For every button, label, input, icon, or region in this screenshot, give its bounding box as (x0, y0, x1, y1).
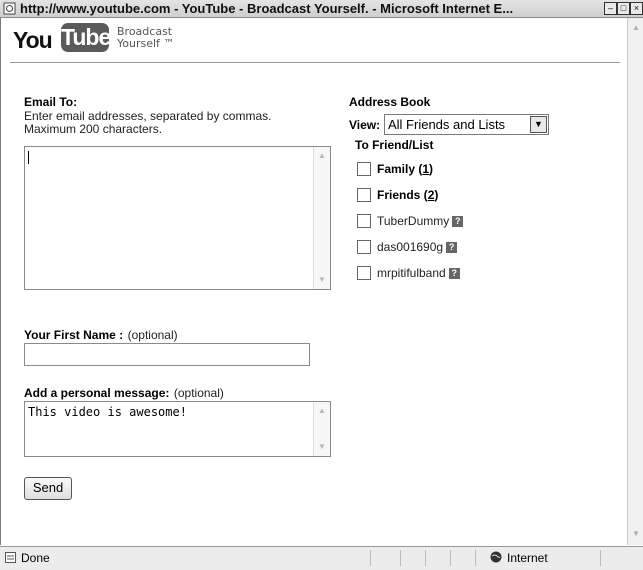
window-title: http://www.youtube.com - YouTube - Broad… (20, 1, 514, 16)
friends-count-link[interactable]: 2 (428, 188, 435, 202)
status-divider (370, 550, 371, 566)
internet-zone-icon (490, 551, 502, 563)
message-textarea-scrollbar[interactable]: ▲ ▼ (313, 402, 330, 456)
checkbox-das001690g[interactable] (357, 240, 371, 254)
checkbox-tuberdummy[interactable] (357, 214, 371, 228)
tagline-line2: Yourself ™ (117, 37, 175, 50)
view-select-value: All Friends and Lists (388, 117, 506, 132)
page-scrollbar[interactable]: ▲ ▼ (627, 18, 643, 545)
address-book-heading: Address Book (349, 95, 431, 109)
scroll-up-icon[interactable]: ▲ (316, 150, 328, 162)
checkbox-family[interactable] (357, 162, 371, 176)
scroll-up-icon[interactable]: ▲ (316, 405, 328, 417)
status-divider (400, 550, 401, 566)
close-button[interactable]: × (630, 2, 643, 15)
logo-tagline: Broadcast Yourself ™ (117, 26, 174, 50)
address-label-das001690g[interactable]: das001690g? (377, 240, 458, 254)
window-title-bar[interactable]: http://www.youtube.com - YouTube - Broad… (0, 0, 643, 18)
help-icon[interactable]: ? (452, 216, 464, 228)
checkbox-mrpitifulband[interactable] (357, 266, 371, 280)
message-label: Add a personal message: (optional) (24, 384, 224, 402)
status-divider (600, 550, 601, 566)
ie-page-icon (3, 2, 16, 15)
maximize-button[interactable]: □ (617, 2, 630, 15)
address-label-tuberdummy[interactable]: TuberDummy? (377, 214, 464, 228)
message-optional: (optional) (173, 386, 224, 400)
status-divider (450, 550, 451, 566)
address-label-family[interactable]: Family (1) (377, 162, 433, 176)
email-to-hint-2: Maximum 200 characters. (24, 122, 163, 136)
message-text: This video is awesome! (28, 405, 187, 419)
address-label-mrpitifulband[interactable]: mrpitifulband? (377, 266, 460, 280)
scroll-down-icon[interactable]: ▼ (316, 441, 328, 453)
friends-name: Friends (377, 188, 421, 202)
das001690g-name: das001690g (377, 240, 444, 254)
page-done-icon (5, 552, 16, 563)
minimize-button[interactable]: – (604, 2, 617, 15)
email-to-label: Email To: (24, 95, 78, 109)
mrpitifulband-name: mrpitifulband (377, 266, 446, 280)
scroll-down-icon[interactable]: ▼ (316, 274, 328, 286)
tuberdummy-name: TuberDummy (377, 214, 450, 228)
email-to-hint-1: Enter email addresses, separated by comm… (24, 109, 272, 123)
scroll-up-icon[interactable]: ▲ (629, 20, 643, 35)
chevron-down-icon[interactable]: ▼ (530, 116, 547, 133)
header-divider (10, 62, 620, 63)
status-divider (425, 550, 426, 566)
help-icon[interactable]: ? (448, 268, 460, 280)
family-count-link[interactable]: 1 (422, 162, 429, 176)
message-label-text: Add a personal message: (24, 386, 170, 400)
friend-list-column-header: To Friend/List (355, 138, 434, 152)
first-name-optional: (optional) (127, 328, 178, 342)
scroll-down-icon[interactable]: ▼ (629, 526, 643, 541)
message-textarea[interactable]: This video is awesome! ▲ ▼ (24, 401, 331, 457)
send-button[interactable]: Send (24, 477, 72, 500)
logo-tube: Tube (61, 23, 111, 52)
first-name-label-text: Your First Name : (24, 328, 124, 342)
email-textarea-scrollbar[interactable]: ▲ ▼ (313, 147, 330, 289)
view-label: View: (349, 118, 381, 132)
checkbox-friends[interactable] (357, 188, 371, 202)
security-zone-text: Internet (507, 551, 548, 565)
address-label-friends[interactable]: Friends (2) (377, 188, 438, 202)
email-to-textarea[interactable]: ▲ ▼ (24, 146, 331, 290)
family-name: Family (377, 162, 416, 176)
status-text: Done (21, 551, 50, 565)
logo-you: You (13, 27, 53, 53)
status-divider (475, 550, 476, 566)
help-icon[interactable]: ? (446, 242, 458, 254)
first-name-input[interactable] (24, 343, 310, 366)
text-caret (28, 151, 29, 164)
view-select[interactable]: All Friends and Lists ▼ (384, 114, 549, 135)
first-name-label: Your First Name : (optional) (24, 326, 178, 344)
